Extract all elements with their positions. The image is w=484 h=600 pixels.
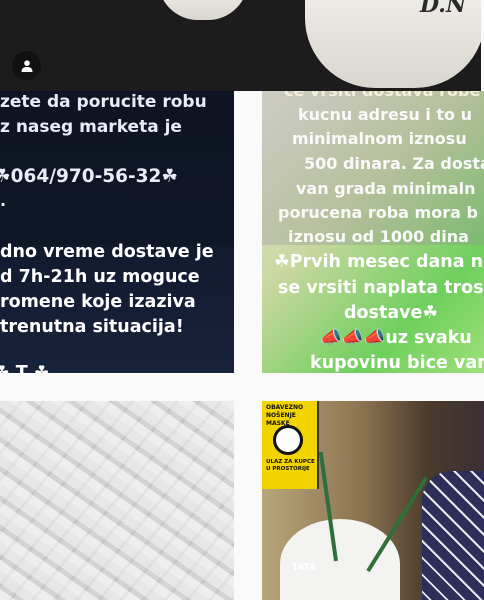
post-thumbnail-cups[interactable]: D.N — [0, 0, 481, 91]
mask-icon — [273, 425, 303, 455]
post-text-line: van grada minimaln — [296, 179, 476, 198]
cake-text: TATA — [292, 563, 317, 573]
person-icon — [21, 59, 32, 72]
post-thumbnail-receipts[interactable] — [0, 401, 234, 600]
sign-bottom-text: ULAZ ZA KUPCE U PROSTORIJE — [266, 459, 315, 472]
post-text-line: trenutna situacija! — [0, 317, 184, 337]
mask-sign-image: OBAVEZNO NOŠENJE MASKE ULAZ ZA KUPCE U P… — [262, 401, 319, 489]
cake-image — [280, 519, 400, 600]
post-text-line: porucena roba mora b — [278, 203, 478, 222]
user-icon[interactable] — [12, 51, 41, 80]
cup-logo-text: D.N — [420, 0, 467, 18]
sign-top-text: OBAVEZNO NOŠENJE MASKE — [266, 404, 304, 427]
post-text-line: minimalnom iznosu — [292, 129, 467, 148]
post-phone-line: ☘064/970-56-32☘ — [0, 166, 179, 187]
post-text-line: . — [0, 191, 7, 210]
post-text-line: ☘ T ☘ — [0, 363, 50, 373]
post-text-line: z naseg marketa je — [0, 117, 182, 137]
post-text-line: se vrsiti naplata trosk — [278, 278, 484, 298]
post-text-line: kucnu adresu i to u — [298, 105, 472, 124]
post-text-line: 500 dinara. Za dosta — [304, 154, 484, 173]
post-text-line: dostave☘ — [344, 303, 439, 323]
post-text-line: 📣📣📣uz svaku — [320, 328, 472, 348]
post-text-line: ce vrsiti dostava robe — [284, 91, 480, 100]
post-text-line: zete da porucite robu — [0, 92, 207, 112]
post-thumbnail-delivery-info-left[interactable]: zete da porucite robu z naseg marketa je… — [0, 91, 234, 373]
post-text-line: romene koje izaziva — [0, 292, 196, 312]
post-text-line: dno vreme dostave je — [0, 242, 214, 262]
post-text-line: d 7h-21h uz moguce — [0, 267, 200, 287]
post-text-line: iznosu od 1000 dina — [288, 227, 469, 246]
person-clothing-image — [422, 471, 484, 600]
post-thumbnail-cake[interactable]: OBAVEZNO NOŠENJE MASKE ULAZ ZA KUPCE U P… — [262, 401, 484, 600]
post-text-line: kupovinu bice vam — [310, 353, 484, 373]
post-thumbnail-delivery-info-right[interactable]: ce vrsiti dostava robe kucnu adresu i to… — [262, 91, 484, 373]
post-text-line: ☘Prvih mesec dana n — [274, 252, 484, 272]
cup-image-left — [158, 0, 248, 20]
